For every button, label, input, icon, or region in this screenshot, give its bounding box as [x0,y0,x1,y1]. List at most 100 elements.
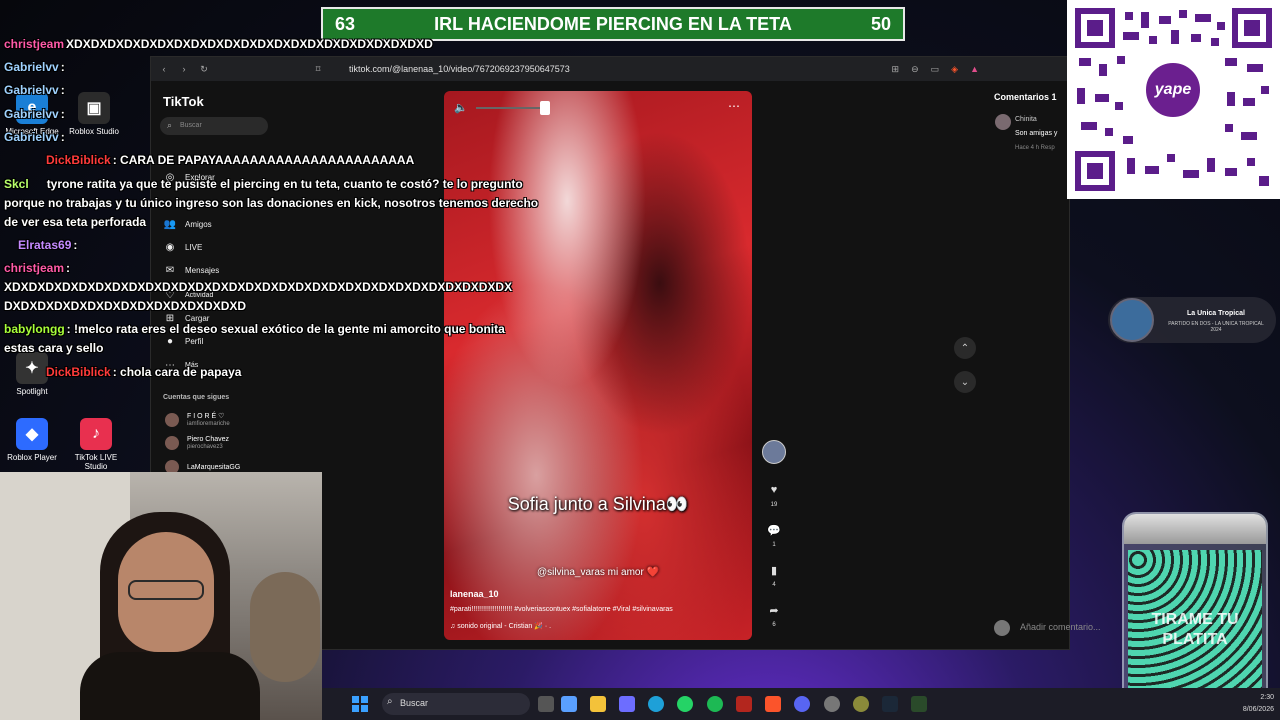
messages-icon: ✉ [165,265,175,276]
spotify-icon[interactable] [707,696,723,712]
profile-icon: ● [166,336,174,347]
chat-line: XDXDXDXDXDXDXDXDXDXDXDXDXDXDXDXDXDXDXDXD… [4,280,512,294]
bookmark-icon[interactable]: ⌑ [311,64,325,75]
nav-label: Amigos [185,220,212,229]
clock-date: 8/06/2026 [1242,706,1274,713]
comment-icon[interactable]: 💬 [764,520,784,540]
jar-lid [1124,514,1266,544]
streamer-body [80,652,260,720]
teddy-bear [250,572,320,682]
webcam-feed [0,472,322,720]
glasses [128,580,204,600]
add-comment-field[interactable]: Añadir comentario... [994,618,1120,638]
desktop-icon-roblox-player[interactable]: ◆ Roblox Player [0,418,64,462]
obs-icon[interactable] [824,696,840,712]
url-field[interactable]: tiktok.com/@lanenaa_10/video/76720692379… [349,64,570,74]
desktop-icon-roblox-studio[interactable]: ▣ Roblox Studio [62,92,126,136]
comments-header: Comentarios 1 [994,92,1057,102]
tiktok-live-studio-icon: ♪ [80,418,112,450]
copilot-icon[interactable] [561,696,577,712]
chat-line: christjeam XDXDXDXDXDXDXDXDXDXDXDXDXDXDXD… [4,37,433,51]
store-icon[interactable] [619,696,635,712]
volume-icon[interactable]: 🔈 [454,101,468,114]
brave-icon[interactable] [765,696,781,712]
video-tags[interactable]: #parati!!!!!!!!!!!!!!!!!!!!! #volveriasc… [450,606,673,613]
following-item[interactable]: Piero Chavez pierochavez3 [165,436,229,450]
friends-icon: 👥 [163,219,177,230]
add-comment-placeholder: Añadir comentario... [1020,622,1101,632]
nav-item-mensajes[interactable]: ✉ Mensajes [163,265,219,276]
zoom-icon[interactable]: ⊖ [911,64,919,75]
desktop-icon-tiktok-live-studio[interactable]: ♪ TikTok LIVE Studio [64,418,128,471]
chat-line: DXDXDXDXDXDXDXDXDXDXDXDXDXDXD [4,299,246,313]
chat-text: : chola cara de papaya [112,365,242,379]
cast-icon[interactable]: ▭ [931,64,940,75]
task-view-icon[interactable] [538,696,554,712]
desktop-icon-label: Roblox Studio [69,127,119,136]
whatsapp-icon[interactable] [677,696,693,712]
roblox-studio-icon: ▣ [78,92,110,124]
chat-line: estas cara y sello [4,341,103,355]
share-icon[interactable]: ➦ [764,600,784,620]
avatar [994,620,1010,636]
address-bar-row: ‹ › ↻ ⌑ tiktok.com/@lanenaa_10/video/767… [151,57,1069,81]
comment-meta: Hace 4 h Resp [1015,145,1055,151]
volume-knob[interactable] [540,101,550,115]
previous-video-button[interactable]: ⌃ [954,337,976,359]
heart-icon[interactable]: ♥ [764,480,784,500]
chat-text: porque no trabajas y tu único ingreso so… [4,196,539,210]
album-art [1110,298,1154,342]
comment-text: Son amigas y [1015,130,1058,137]
volume-slider[interactable] [476,107,544,109]
taskbar-search[interactable]: ⌕ Buscar [382,693,530,715]
chat-text: : !melco rata eres el deseo sexual exóti… [66,322,505,336]
video-caption: Sofia junto a Silvina👀 [507,494,689,514]
reload-icon[interactable]: ↻ [197,64,211,75]
nav-item-live[interactable]: ◉ LIVE [163,242,203,253]
video-player[interactable]: 🔈 ⋯ Sofia junto a Silvina👀 @silvina_vara… [444,91,752,640]
chat-user: Skcl [4,177,29,191]
yape-qr-code: yape [1067,0,1280,199]
translate-icon[interactable]: ⊞ [892,64,900,75]
brave-shield-icon[interactable]: ◈ [951,64,958,75]
next-video-button[interactable]: ⌄ [954,371,976,393]
chat-text: XDXDXDXDXDXDXDXDXDXDXDXDXDXDXDXDXDXDXDXD… [4,280,513,294]
chat-text: XDXDXDXDXDXDXDXDXDXDXDXDXDXDXDXDXDXDXDXD… [66,37,433,51]
app-icon[interactable] [911,696,927,712]
video-mention[interactable]: @silvina_varas mi amor ❤️ [444,567,752,578]
discord-icon[interactable] [794,696,810,712]
rewards-icon[interactable]: ▲ [970,64,979,75]
steam-icon[interactable] [882,696,898,712]
forward-icon[interactable]: › [177,64,191,74]
following-name: F I O R É ♡ [187,413,225,420]
desktop-icon-label: Roblox Player [7,453,57,462]
chat-line: porque no trabajas y tu único ingreso so… [4,196,538,210]
bookmark-icon[interactable]: ▮ [764,560,784,580]
avatar[interactable] [995,114,1011,130]
nav-item-perfil[interactable]: ● Perfil [163,336,203,347]
back-icon[interactable]: ‹ [157,64,171,74]
windows-start-icon[interactable] [352,696,368,712]
video-author[interactable]: lanenaa_10 [450,589,499,599]
tiktok-logo[interactable]: TikTok [163,94,204,109]
edge-icon[interactable] [648,696,664,712]
video-sound[interactable]: ♫ sonido original - Cristian 🎉 · . [450,622,551,630]
chat-user: christjeam [4,261,65,275]
app-icon[interactable] [853,696,869,712]
chevron-up-icon: ⌃ [960,342,970,354]
file-explorer-icon[interactable] [590,696,606,712]
more-options-icon[interactable]: ⋯ [728,99,740,113]
taskbar-clock[interactable]: 2:30 8/06/2026 [1243,692,1274,716]
app-icon[interactable] [736,696,752,712]
browser-toolbar-icons: ⊞ ⊖ ▭ ◈ ▲ [892,64,979,75]
desktop-icon-label: Spotlight [16,387,48,396]
tiktok-search-input[interactable]: ⌕ Buscar [160,117,268,135]
creator-avatar[interactable] [762,440,786,464]
comment-user[interactable]: Chinita [1015,116,1037,123]
chat-line: Gabrielvv: [4,60,65,74]
desktop-icon-label: TikTok LIVE Studio [74,453,118,471]
following-item[interactable]: F I O R É ♡ iamfioremariche [165,412,230,427]
chat-line: Elratas69: [4,238,77,252]
search-placeholder: Buscar [180,122,202,129]
nav-item-amigos[interactable]: 👥 Amigos [163,219,212,230]
